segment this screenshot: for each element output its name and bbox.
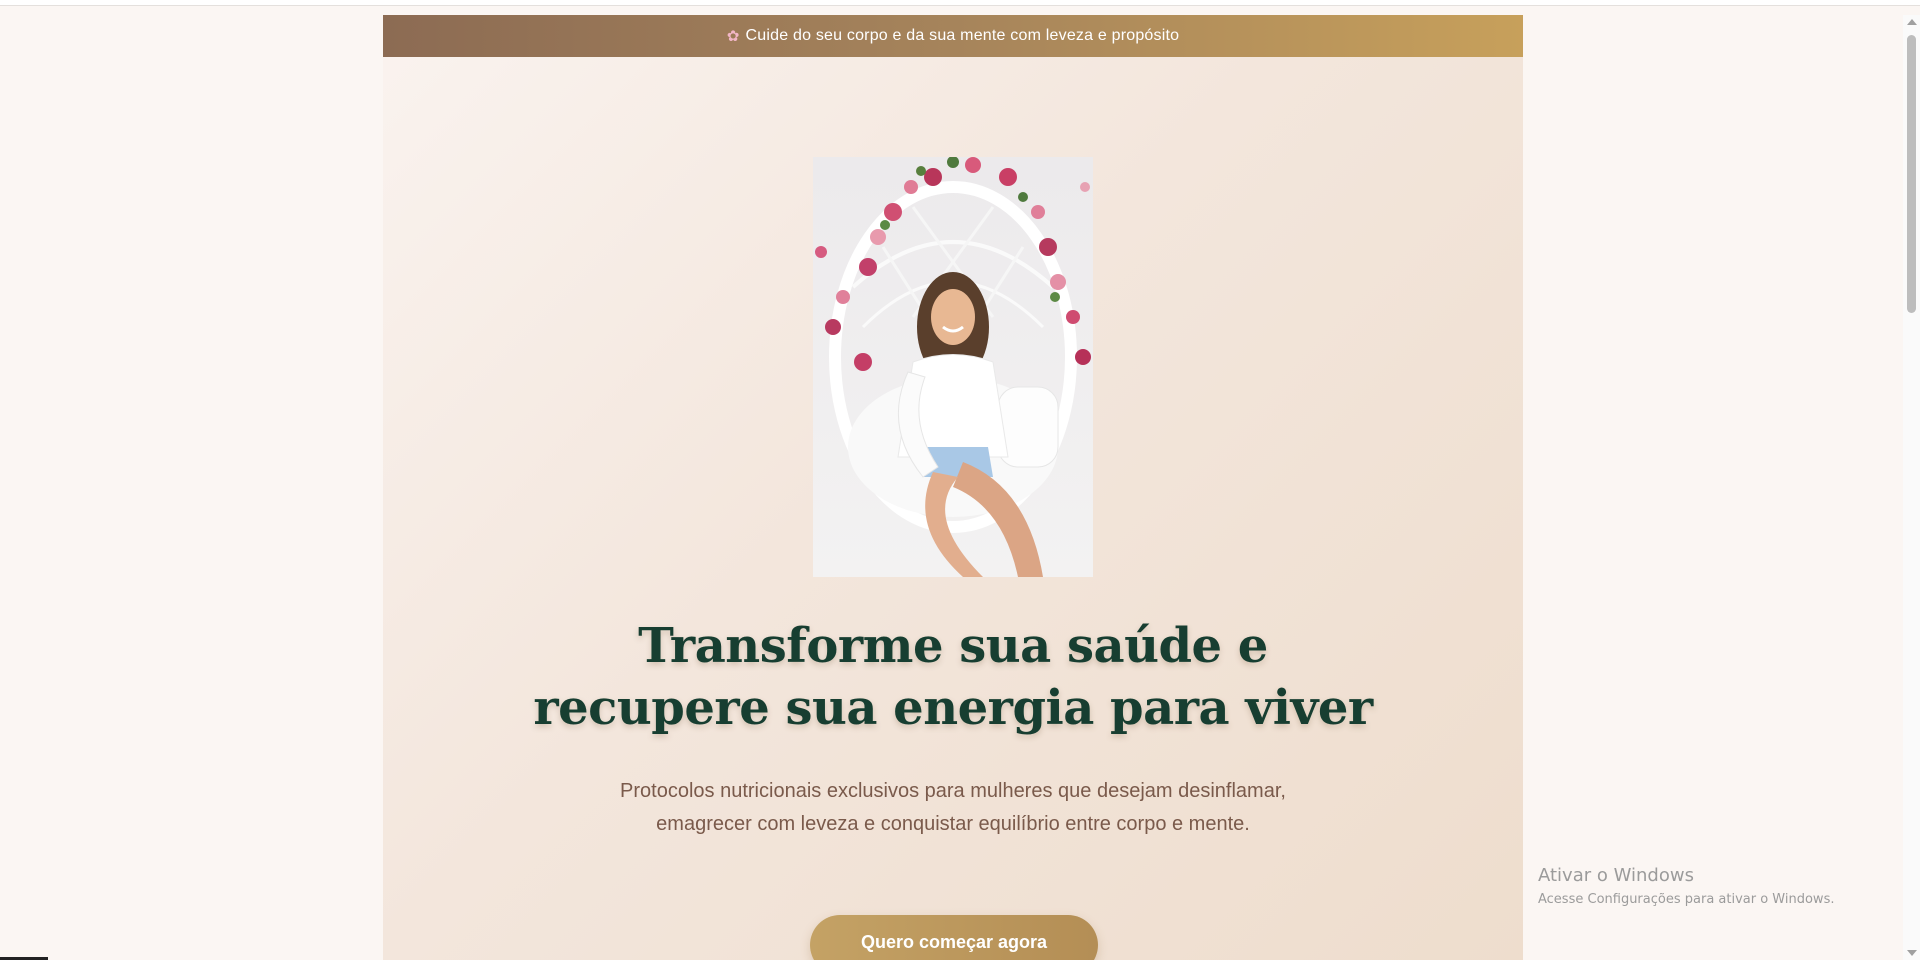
landing-page: ✿ Cuide do seu corpo e da sua mente com …: [383, 15, 1523, 960]
headline-line-1: Transforme sua saúde e: [638, 618, 1268, 674]
headline-line-2: recupere sua energia para viver: [533, 680, 1373, 736]
banner-text: Cuide do seu corpo e da sua mente com le…: [745, 27, 1180, 44]
start-now-button[interactable]: Quero começar agora: [810, 915, 1098, 960]
watermark-title: Ativar o Windows: [1538, 865, 1694, 886]
watermark-subtitle: Acesse Configurações para ativar o Windo…: [1538, 892, 1835, 907]
flower-icon: ✿: [726, 28, 740, 45]
scroll-up-arrow-icon[interactable]: [1907, 19, 1917, 25]
hero-headline: Transforme sua saúde e recupere sua ener…: [503, 615, 1403, 739]
top-announcement-banner: ✿ Cuide do seu corpo e da sua mente com …: [383, 15, 1523, 57]
hero-subtext: Protocolos nutricionais exclusivos para …: [620, 780, 1286, 835]
page-scrollbar[interactable]: [1903, 15, 1920, 960]
windows-activation-watermark: Ativar o Windows Acesse Configurações pa…: [1538, 864, 1834, 910]
scroll-down-arrow-icon[interactable]: [1907, 950, 1917, 956]
scroll-thumb[interactable]: [1907, 35, 1916, 313]
portrait-illustration: [813, 157, 1093, 577]
hero-portrait-photo: [813, 157, 1093, 577]
browser-top-edge: [0, 0, 1920, 6]
